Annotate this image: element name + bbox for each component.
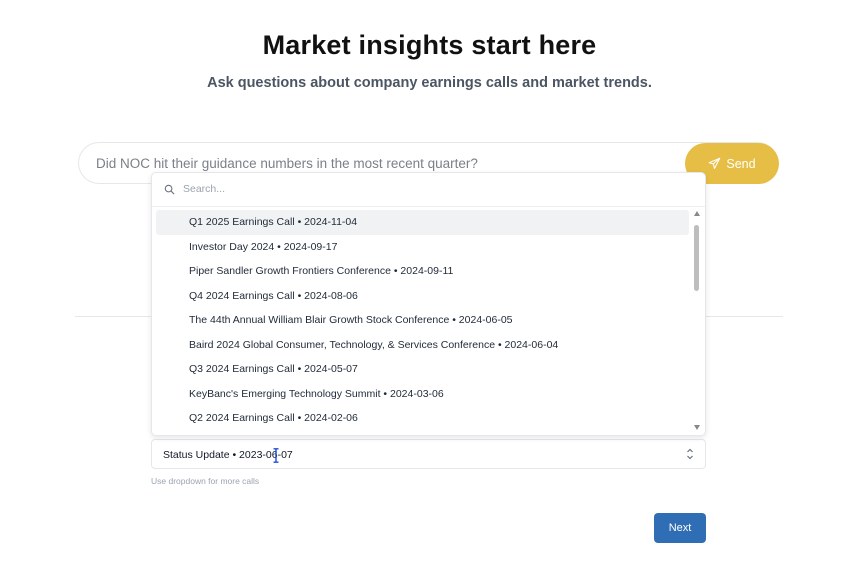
page-subtitle: Ask questions about company earnings cal… (207, 75, 652, 91)
dropdown-option[interactable]: KeyBanc's Emerging Technology Summit • 2… (156, 382, 689, 407)
question-text: Did NOC hit their guidance numbers in th… (96, 156, 478, 171)
call-select[interactable]: Status Update • 2023-06-07 (151, 439, 706, 469)
text-cursor-icon (273, 448, 279, 463)
dropdown-scrollbar[interactable] (692, 209, 702, 433)
search-icon (164, 184, 175, 195)
dropdown-search-input[interactable] (180, 180, 683, 198)
dropdown-option[interactable]: Q1 2025 Earnings Call • 2024-11-04 (156, 210, 689, 235)
select-hint: Use dropdown for more calls (151, 476, 260, 486)
dropdown-option[interactable]: The 44th Annual William Blair Growth Sto… (156, 308, 689, 333)
chevron-updown-icon (687, 448, 693, 460)
send-button-label: Send (726, 156, 756, 171)
scrollbar-thumb[interactable] (694, 225, 699, 291)
dropdown-option[interactable]: Q4 2024 Earnings Call • 2024-08-06 (156, 284, 689, 309)
dropdown-option[interactable]: Baird 2024 Global Consumer, Technology, … (156, 333, 689, 358)
page-title: Market insights start here (262, 30, 597, 60)
dropdown-option[interactable]: Q2 2024 Earnings Call • 2024-02-06 (156, 406, 689, 431)
send-icon (709, 157, 721, 169)
dropdown-option[interactable]: Q3 2024 Earnings Call • 2024-05-07 (156, 357, 689, 382)
dropdown-options: Q1 2025 Earnings Call • 2024-11-04 Invest… (156, 210, 689, 431)
dropdown-option[interactable]: Piper Sandler Growth Frontiers Conferenc… (156, 259, 689, 284)
call-dropdown: Q1 2025 Earnings Call • 2024-11-04Invest… (151, 172, 706, 436)
scroll-down-arrow[interactable] (694, 425, 700, 430)
dropdown-option[interactable]: Investor Day 2024 • 2024-09-17 (156, 235, 689, 260)
dropdown-search (152, 173, 705, 207)
next-button[interactable]: Next (654, 513, 706, 543)
scroll-up-arrow[interactable] (694, 211, 700, 216)
